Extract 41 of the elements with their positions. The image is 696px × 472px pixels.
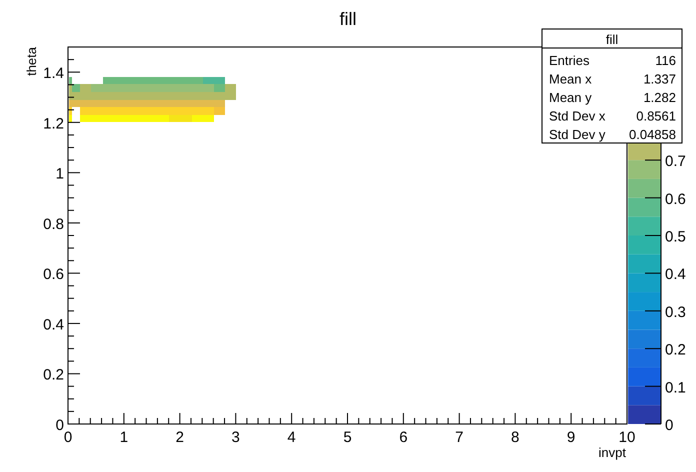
x-tick-label: 0 xyxy=(64,429,72,446)
stats-title: fill xyxy=(606,32,618,47)
x-tick-label: 4 xyxy=(287,429,296,446)
color-scale-label: 0.3 xyxy=(665,304,686,321)
y-tick-label: 0.6 xyxy=(43,266,64,284)
color-scale-label: 0.7 xyxy=(665,153,686,170)
x-tick-label: 1 xyxy=(120,429,128,446)
y-tick-label: 1.4 xyxy=(43,65,64,82)
x-tick-label: 3 xyxy=(232,429,240,446)
stats-value: 0.04858 xyxy=(629,127,676,142)
x-tick-label: 2 xyxy=(176,429,184,446)
y-tick-label: 0 xyxy=(56,417,64,434)
stats-label: Entries xyxy=(549,53,590,68)
stats-value: 116 xyxy=(655,53,676,68)
x-axis-label: invpt xyxy=(598,445,626,460)
color-scale-label: 0.2 xyxy=(665,342,686,359)
stats-value: 0.8561 xyxy=(636,108,676,124)
y-tick-label: 1.2 xyxy=(43,115,64,132)
y-tick-label: 0.4 xyxy=(43,316,64,334)
y-axis-label: theta xyxy=(24,47,39,76)
stats-value: 1.282 xyxy=(643,90,676,105)
stats-label: Mean x xyxy=(549,72,592,86)
x-tick-label: 8 xyxy=(511,429,520,446)
stats-label: Mean y xyxy=(549,90,592,105)
stats-label: Std Dev x xyxy=(549,108,606,124)
x-tick-label: 5 xyxy=(343,429,352,446)
y-tick-label: 0.8 xyxy=(43,216,64,233)
color-scale-label: 0.4 xyxy=(665,266,686,284)
x-tick-label: 10 xyxy=(618,429,636,446)
stats-value: 1.337 xyxy=(643,72,676,86)
y-tick-label: 0.2 xyxy=(43,366,64,384)
stats-label: Std Dev y xyxy=(549,127,606,142)
y-tick-label: 1 xyxy=(56,166,64,183)
x-tick-label: 9 xyxy=(566,429,576,446)
color-scale-label: 0.1 xyxy=(665,379,686,396)
color-scale-label: 0.5 xyxy=(665,228,686,246)
x-tick-label: 6 xyxy=(399,429,408,446)
color-scale-label: 0.6 xyxy=(665,190,686,208)
color-scale-label: 0 xyxy=(665,417,674,434)
chart-title: fill xyxy=(340,9,356,29)
x-tick-label: 7 xyxy=(455,429,464,446)
